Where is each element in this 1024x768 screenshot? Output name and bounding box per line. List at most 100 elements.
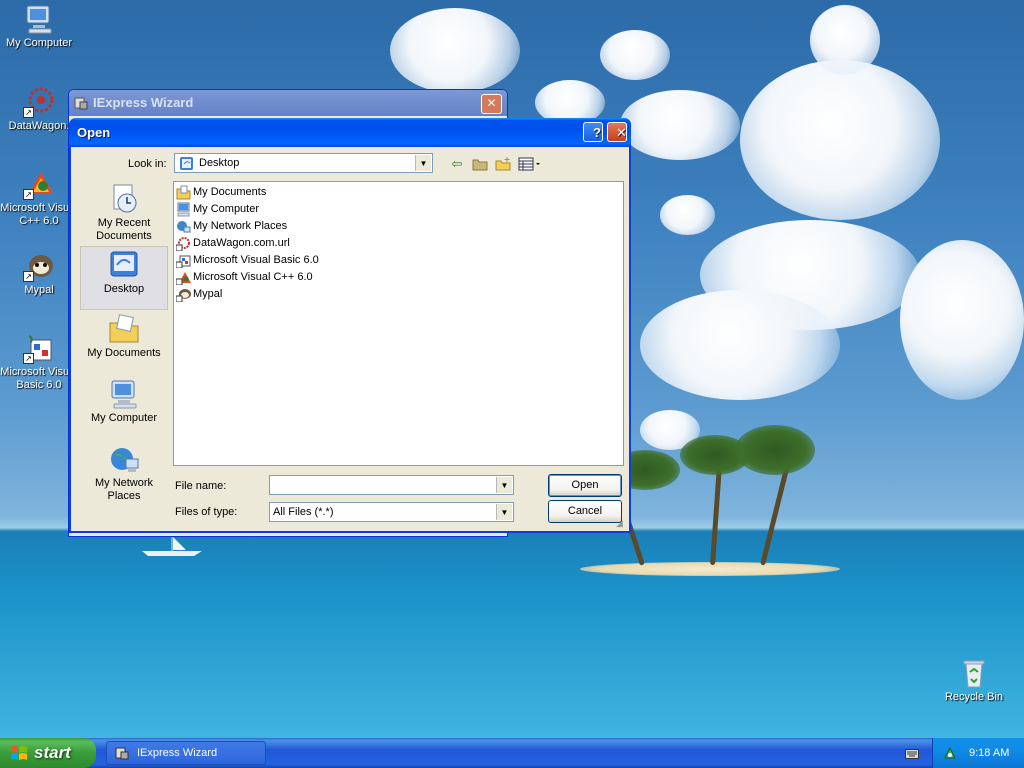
network-icon xyxy=(177,221,191,233)
file-name-field[interactable]: ▼ xyxy=(269,475,514,495)
file-name: Mypal xyxy=(193,288,223,300)
desktop-icon-my-computer[interactable]: My Computer xyxy=(0,3,78,50)
desktop-icon-label: Mypal xyxy=(24,284,54,296)
desktop-icon-visual-basic[interactable]: ↗ Microsoft Visual Basic 6.0 xyxy=(0,332,78,392)
place-my-computer[interactable]: My Computer xyxy=(80,376,168,440)
iexpress-wizard-titlebar[interactable]: IExpress Wizard ✕ xyxy=(69,90,507,116)
dialog-title: Open xyxy=(77,125,111,140)
close-button[interactable]: ✕ xyxy=(607,122,627,142)
open-dialog[interactable]: Open ? ✕ Look in: Desktop ▼ ⇦ My Recent … xyxy=(69,118,631,533)
file-name: My Network Places xyxy=(193,220,288,232)
look-in-dropdown[interactable]: Desktop ▼ xyxy=(174,153,433,173)
shortcut-icon xyxy=(176,255,191,268)
desktop-icon-label: My Computer xyxy=(5,37,73,49)
resize-grip-icon[interactable]: ◢ xyxy=(616,518,627,529)
taskbar: start IExpress Wizard 9:18 AM xyxy=(0,738,1024,768)
desktop-icon-mypal[interactable]: ↗ Mypal xyxy=(0,250,78,297)
my-documents-icon xyxy=(108,313,140,345)
desktop-icon-recycle-bin[interactable]: Recycle Bin xyxy=(935,657,1013,704)
place-my-network-places[interactable]: My Network Places xyxy=(80,441,168,516)
my-computer-icon xyxy=(23,3,55,35)
my-computer-icon xyxy=(108,378,140,410)
open-button[interactable]: Open xyxy=(548,474,622,497)
chevron-down-icon[interactable]: ▼ xyxy=(415,155,431,171)
start-label: start xyxy=(34,743,71,762)
window-title: IExpress Wizard xyxy=(93,95,194,110)
system-tray: 9:18 AM xyxy=(932,738,1024,768)
recent-documents-icon xyxy=(108,183,140,215)
close-button[interactable]: ✕ xyxy=(481,94,502,114)
files-of-type-label: Files of type: xyxy=(175,506,238,518)
place-my-recent-documents[interactable]: My Recent Documents xyxy=(80,181,168,245)
iexpress-icon xyxy=(74,97,88,110)
place-label: Desktop xyxy=(103,283,145,295)
close-icon: ✕ xyxy=(616,125,627,140)
url-icon xyxy=(176,237,190,251)
file-list[interactable]: My Documents My Computer My Network Plac… xyxy=(173,181,624,466)
look-in-label: Look in: xyxy=(128,158,167,170)
cancel-button-label: Cancel xyxy=(567,505,603,517)
list-item[interactable]: My Documents xyxy=(176,184,266,201)
files-of-type-dropdown[interactable]: All Files (*.*) ▼ xyxy=(269,502,514,522)
recycle-bin-icon xyxy=(958,657,990,689)
places-bar: My Recent Documents Desktop My Documents… xyxy=(80,181,168,516)
list-item[interactable]: DataWagon.com.url xyxy=(176,235,290,252)
list-item[interactable]: My Network Places xyxy=(176,218,287,235)
sailboat xyxy=(142,535,202,556)
start-button[interactable]: start xyxy=(0,738,96,768)
list-item[interactable]: Mypal xyxy=(176,286,222,303)
list-item[interactable]: Microsoft Visual Basic 6.0 xyxy=(176,252,319,269)
desktop-icon-datawagon[interactable]: ↗ DataWagon. xyxy=(0,86,78,133)
desktop-icon xyxy=(180,157,193,170)
new-folder-icon[interactable] xyxy=(493,154,513,174)
shortcut-icon xyxy=(176,289,191,302)
place-my-documents[interactable]: My Documents xyxy=(80,311,168,375)
desktop-icon-label: DataWagon. xyxy=(8,120,70,132)
taskbar-button-iexpress-wizard[interactable]: IExpress Wizard xyxy=(106,741,266,765)
file-name: Microsoft Visual C++ 6.0 xyxy=(193,271,313,283)
chevron-down-icon[interactable]: ▼ xyxy=(496,504,512,520)
chevron-down-icon[interactable]: ▼ xyxy=(496,477,512,493)
computer-icon xyxy=(177,202,190,217)
file-name: Microsoft Visual Basic 6.0 xyxy=(193,254,319,266)
shortcut-icon xyxy=(176,272,191,285)
place-label: My Network Places xyxy=(94,477,154,502)
visual-basic-icon: ↗ xyxy=(23,332,55,364)
desktop-icon-label: Microsoft Visual Basic 6.0 xyxy=(0,366,78,391)
visual-cpp-icon: ↗ xyxy=(23,168,55,200)
desktop-icon-label: Recycle Bin xyxy=(944,691,1004,703)
list-item[interactable]: Microsoft Visual C++ 6.0 xyxy=(176,269,313,286)
task-label: IExpress Wizard xyxy=(137,747,218,759)
files-of-type-value: All Files (*.*) xyxy=(273,506,334,518)
open-dialog-titlebar[interactable]: Open ? ✕ xyxy=(69,118,631,147)
place-desktop[interactable]: Desktop xyxy=(80,246,168,310)
look-in-value: Desktop xyxy=(199,157,240,169)
cancel-button[interactable]: Cancel xyxy=(548,500,622,523)
iexpress-icon xyxy=(115,747,129,760)
file-name: DataWagon.com.url xyxy=(193,237,290,249)
windows-logo-icon xyxy=(11,746,27,760)
network-places-icon xyxy=(108,443,140,475)
clock[interactable]: 9:18 AM xyxy=(969,738,1009,768)
view-menu-icon[interactable] xyxy=(517,154,543,174)
open-button-label: Open xyxy=(571,479,599,491)
help-button[interactable]: ? xyxy=(583,122,603,142)
datawagon-icon: ↗ xyxy=(23,86,55,118)
desktop-icon xyxy=(108,249,140,281)
file-name-label: File name: xyxy=(175,480,227,492)
place-label: My Computer xyxy=(90,412,158,424)
list-item[interactable]: My Computer xyxy=(176,201,259,218)
keyboard-icon[interactable] xyxy=(905,747,919,759)
back-icon[interactable]: ⇦ xyxy=(447,154,467,174)
place-label: My Recent Documents xyxy=(96,217,152,242)
desktop-icon-label: Microsoft Visual C++ 6.0 xyxy=(0,202,78,227)
file-name: My Documents xyxy=(193,186,267,198)
network-status-icon[interactable] xyxy=(943,746,957,760)
up-folder-icon[interactable] xyxy=(470,154,490,174)
file-name: My Computer xyxy=(193,203,260,215)
help-icon: ? xyxy=(593,125,601,140)
mypal-icon: ↗ xyxy=(23,250,55,282)
desktop-icon-visual-cpp[interactable]: ↗ Microsoft Visual C++ 6.0 xyxy=(0,168,78,228)
folder-icon xyxy=(176,185,191,200)
close-icon: ✕ xyxy=(486,96,497,110)
